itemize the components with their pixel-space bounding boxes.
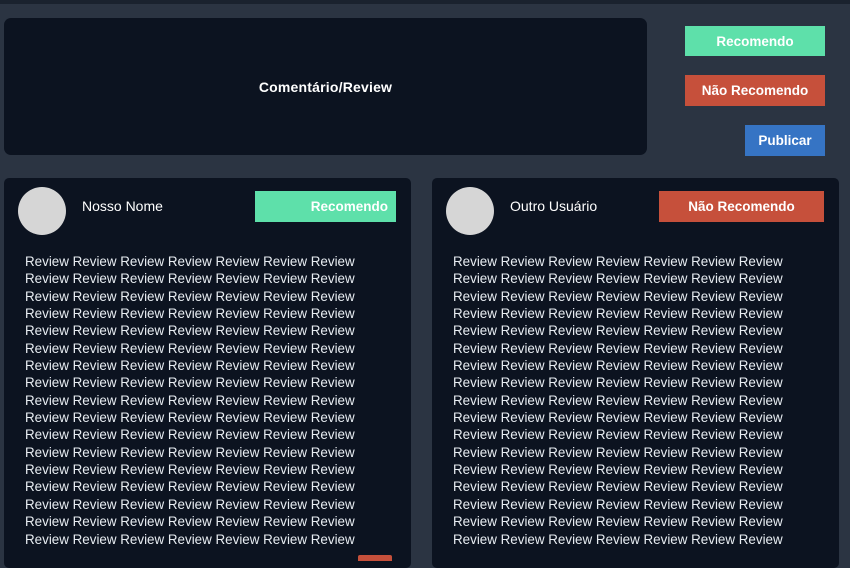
review-text: Review Review Review Review Review Revie…: [453, 254, 783, 547]
review-author-name: Outro Usuário: [510, 198, 598, 214]
publish-button[interactable]: Publicar: [745, 125, 825, 156]
review-composer-textarea[interactable]: Comentário/Review: [4, 18, 647, 155]
verdict-badge-recommend: Recomendo: [255, 191, 396, 222]
composer-placeholder: Comentário/Review: [258, 78, 393, 95]
review-card-own: Nosso Nome Recomendo Review Review Revie…: [4, 178, 411, 568]
review-text: Review Review Review Review Review Revie…: [25, 254, 355, 547]
top-border: [0, 0, 850, 4]
avatar: [18, 187, 66, 235]
not-recommend-button[interactable]: Não Recomendo: [685, 75, 825, 106]
avatar: [446, 187, 494, 235]
partial-button-edge[interactable]: [358, 555, 392, 561]
recommend-button[interactable]: Recomendo: [685, 26, 825, 56]
review-author-name: Nosso Nome: [82, 198, 163, 214]
review-card-other: Outro Usuário Não Recomendo Review Revie…: [432, 178, 839, 568]
verdict-badge-not-recommend: Não Recomendo: [659, 191, 824, 222]
